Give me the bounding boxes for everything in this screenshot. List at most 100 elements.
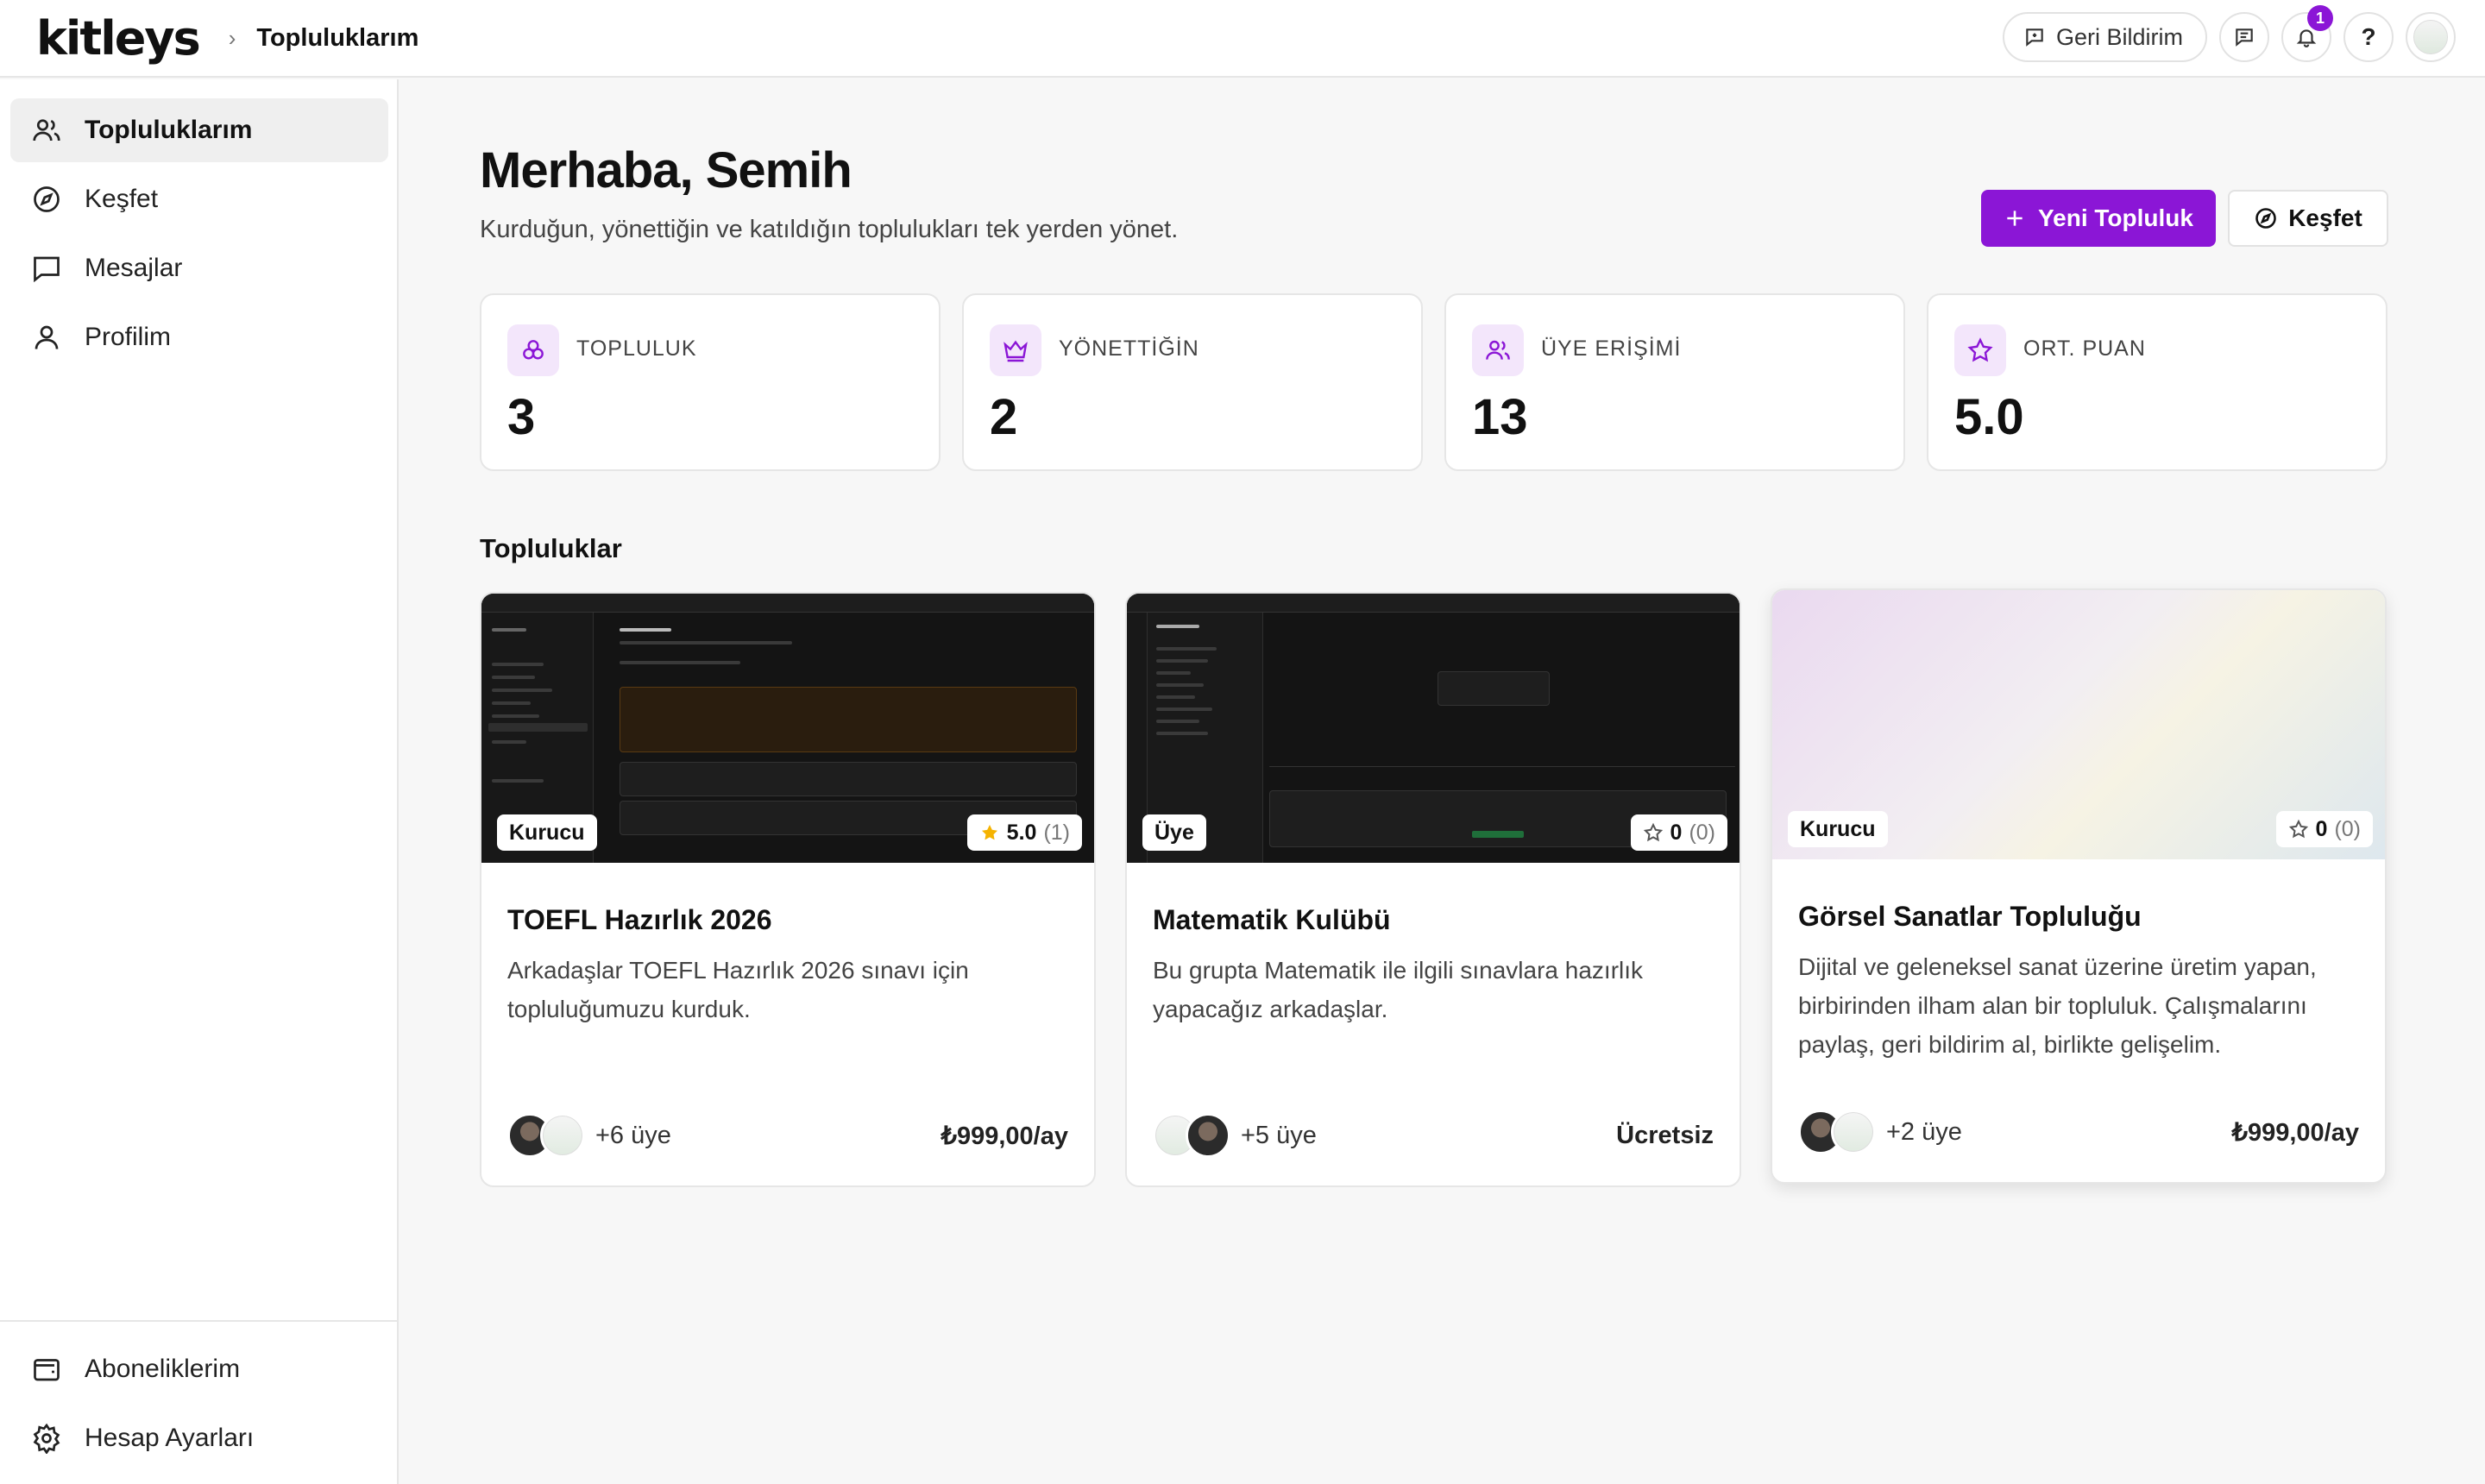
stat-value: 2 [990, 389, 1018, 445]
page-title: Merhaba, Semih [480, 142, 852, 198]
price: ₺999,00/ay [2231, 1118, 2359, 1147]
role-badge: Kurucu [497, 814, 597, 851]
community-card-math[interactable]: Üye 0 (0) Matematik Kulübü Bu grupta Mat… [1125, 592, 1741, 1187]
sidebar: Topluluklarım Keşfet Mesajlar Profilim A… [0, 79, 399, 1484]
cover-ui-line [1156, 659, 1208, 663]
sidebar-item-label: Aboneliklerim [85, 1355, 241, 1383]
compass-icon [34, 186, 60, 212]
member-list: +5 üye [1153, 1113, 1317, 1158]
users-icon [1472, 324, 1524, 376]
main-content: Merhaba, Semih Kurduğun, yönettiğin ve k… [400, 79, 2485, 1484]
cover-ui-line [492, 676, 535, 679]
page-subtitle: Kurduğun, yönettiğin ve katıldığın toplu… [480, 216, 1179, 243]
community-footer: +2 üye ₺999,00/ay [1798, 1108, 2359, 1156]
cover-ui-line [488, 723, 588, 732]
cover-ui-line [1156, 647, 1217, 651]
stat-value: 13 [1472, 389, 1528, 445]
community-description: Arkadaşlar TOEFL Hazırlık 2026 sınavı iç… [507, 957, 969, 1022]
messages-button[interactable] [2219, 12, 2269, 62]
cover-ui-bar [1127, 594, 1740, 613]
member-list: +2 üye [1798, 1110, 1962, 1154]
rating-badge: 0 (0) [1630, 814, 1727, 851]
sidebar-item-profile[interactable]: Profilim [10, 305, 388, 369]
crown-icon [990, 324, 1041, 376]
new-community-label: Yeni Topluluk [2038, 204, 2193, 231]
price: Ücretsiz [1616, 1121, 1714, 1149]
rating-count: (0) [1689, 820, 1715, 845]
message-icon [34, 256, 60, 283]
community-cover-image: Kurucu 0 (0) [1772, 590, 2385, 859]
sidebar-item-label: Profilim [85, 323, 172, 351]
stat-card-managed: YÖNETTİĞİN 2 [962, 293, 1423, 471]
cover-ui-line [620, 661, 740, 664]
feedback-icon [2026, 28, 2043, 47]
cover-ui-warning [620, 687, 1077, 752]
member-list: +6 üye [507, 1113, 671, 1158]
profile-avatar-button[interactable] [2406, 12, 2456, 62]
sidebar-item-explore[interactable]: Keşfet [10, 167, 388, 231]
help-label: ? [2361, 23, 2376, 50]
stat-label: TOPLULUK [576, 336, 697, 361]
role-badge: Üye [1142, 814, 1206, 851]
gear-icon [33, 1423, 60, 1454]
stat-label: YÖNETTİĞİN [1059, 336, 1199, 361]
member-count: +5 üye [1241, 1121, 1317, 1149]
community-title: TOEFL Hazırlık 2026 [507, 904, 772, 935]
rating-value: 0 [2315, 816, 2328, 841]
cover-ui-line [1156, 683, 1204, 687]
cover-ui-box [1438, 671, 1550, 706]
rating-value: 5.0 [1006, 820, 1037, 845]
community-card-visual-arts[interactable]: Kurucu 0 (0) Görsel Sanatlar Topluluğu D… [1771, 588, 2387, 1184]
notifications-button[interactable]: 1 [2281, 5, 2333, 62]
star-icon [981, 825, 997, 840]
stat-label: ÜYE ERİŞİMİ [1541, 336, 1682, 361]
community-title: Matematik Kulübü [1153, 904, 1391, 935]
sidebar-item-subscriptions[interactable]: Aboneliklerim [10, 1337, 388, 1401]
cover-ui-line [492, 779, 544, 783]
cover-ui-bar [481, 594, 1094, 613]
cover-ui-line [492, 701, 531, 705]
cover-ui-line [1269, 766, 1735, 767]
stat-label: ORT. PUAN [2023, 336, 2146, 361]
help-button[interactable]: ? [2343, 12, 2394, 62]
community-icon [507, 324, 559, 376]
explore-label: Keşfet [2288, 204, 2362, 231]
rating-count: (0) [2334, 816, 2361, 841]
cover-ui-line [1156, 695, 1195, 699]
cover-ui-line [1156, 707, 1212, 711]
community-footer: +5 üye Ücretsiz [1153, 1111, 1714, 1160]
sidebar-item-label: Keşfet [85, 185, 159, 213]
avatar [540, 1113, 585, 1158]
explore-button[interactable]: Keşfet [2228, 190, 2388, 247]
sidebar-item-label: Hesap Ayarları [85, 1424, 255, 1452]
notification-badge: 1 [2307, 5, 2333, 31]
wallet-icon [34, 1359, 60, 1381]
users-icon [33, 119, 60, 141]
stat-value: 5.0 [1954, 389, 2024, 445]
sidebar-divider [0, 1320, 399, 1322]
logo[interactable]: kitleys [36, 11, 201, 66]
rating-badge: 0 (0) [2275, 811, 2373, 847]
sidebar-item-account-settings[interactable]: Hesap Ayarları [10, 1406, 388, 1470]
cover-ui-line [492, 663, 544, 666]
member-count: +2 üye [1886, 1117, 1962, 1146]
sidebar-item-messages[interactable]: Mesajlar [10, 236, 388, 300]
cover-ui-box [620, 762, 1077, 796]
role-badge: Kurucu [1788, 811, 1888, 847]
cover-ui-line [492, 628, 526, 632]
community-cover-image: Kurucu 5.0 (1) [481, 594, 1094, 863]
feedback-button[interactable]: Geri Bildirim [2002, 12, 2207, 62]
section-title: Topluluklar [480, 533, 622, 563]
community-card-toefl[interactable]: Kurucu 5.0 (1) TOEFL Hazırlık 2026 Arkad… [480, 592, 1096, 1187]
rating-value: 0 [1670, 820, 1683, 845]
stat-value: 3 [507, 389, 536, 445]
sidebar-item-communities[interactable]: Topluluklarım [10, 98, 388, 162]
chat-icon [2236, 28, 2253, 47]
cover-ui-line [620, 628, 671, 632]
community-description: Bu grupta Matematik ile ilgili sınavlara… [1153, 957, 1644, 1022]
cover-ui-line [620, 641, 792, 645]
cover-ui-line [1472, 831, 1524, 838]
avatar [1186, 1113, 1230, 1158]
new-community-button[interactable]: Yeni Topluluk [1981, 190, 2216, 247]
plus-icon [2007, 211, 2023, 226]
